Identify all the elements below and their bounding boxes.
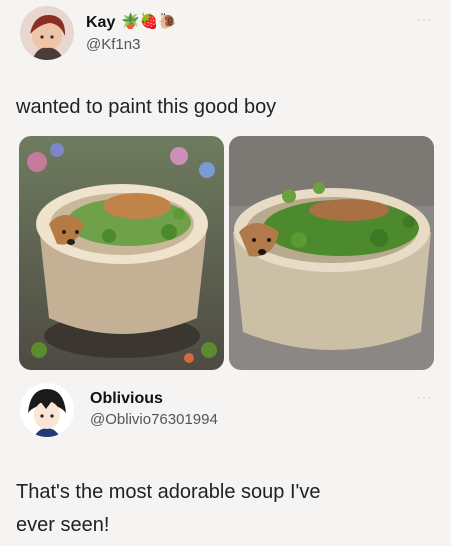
reply-display-name[interactable]: Oblivious — [90, 390, 163, 408]
avatar-illustration — [20, 6, 74, 60]
reply-more-options-button[interactable]: ··· — [417, 390, 432, 404]
name-emojis: 🪴🍓🐌 — [121, 13, 178, 30]
reply-avatar[interactable] — [20, 383, 74, 437]
dog-photo-image[interactable] — [229, 136, 434, 370]
display-name[interactable]: Kay — [86, 14, 115, 32]
reply-avatar-illustration — [20, 383, 74, 437]
reply-user-handle[interactable]: @Oblivio76301994 — [90, 411, 218, 428]
dog-painting-image[interactable] — [19, 136, 224, 370]
reply-text-line1: That's the most adorable soup I've — [16, 481, 321, 503]
user-handle[interactable]: @Kf1n3 — [86, 36, 140, 53]
more-options-button[interactable]: ··· — [417, 12, 432, 26]
avatar[interactable] — [20, 6, 74, 60]
post-text: wanted to paint this good boy — [16, 96, 277, 118]
reply-text-line2: ever seen! — [16, 514, 110, 536]
